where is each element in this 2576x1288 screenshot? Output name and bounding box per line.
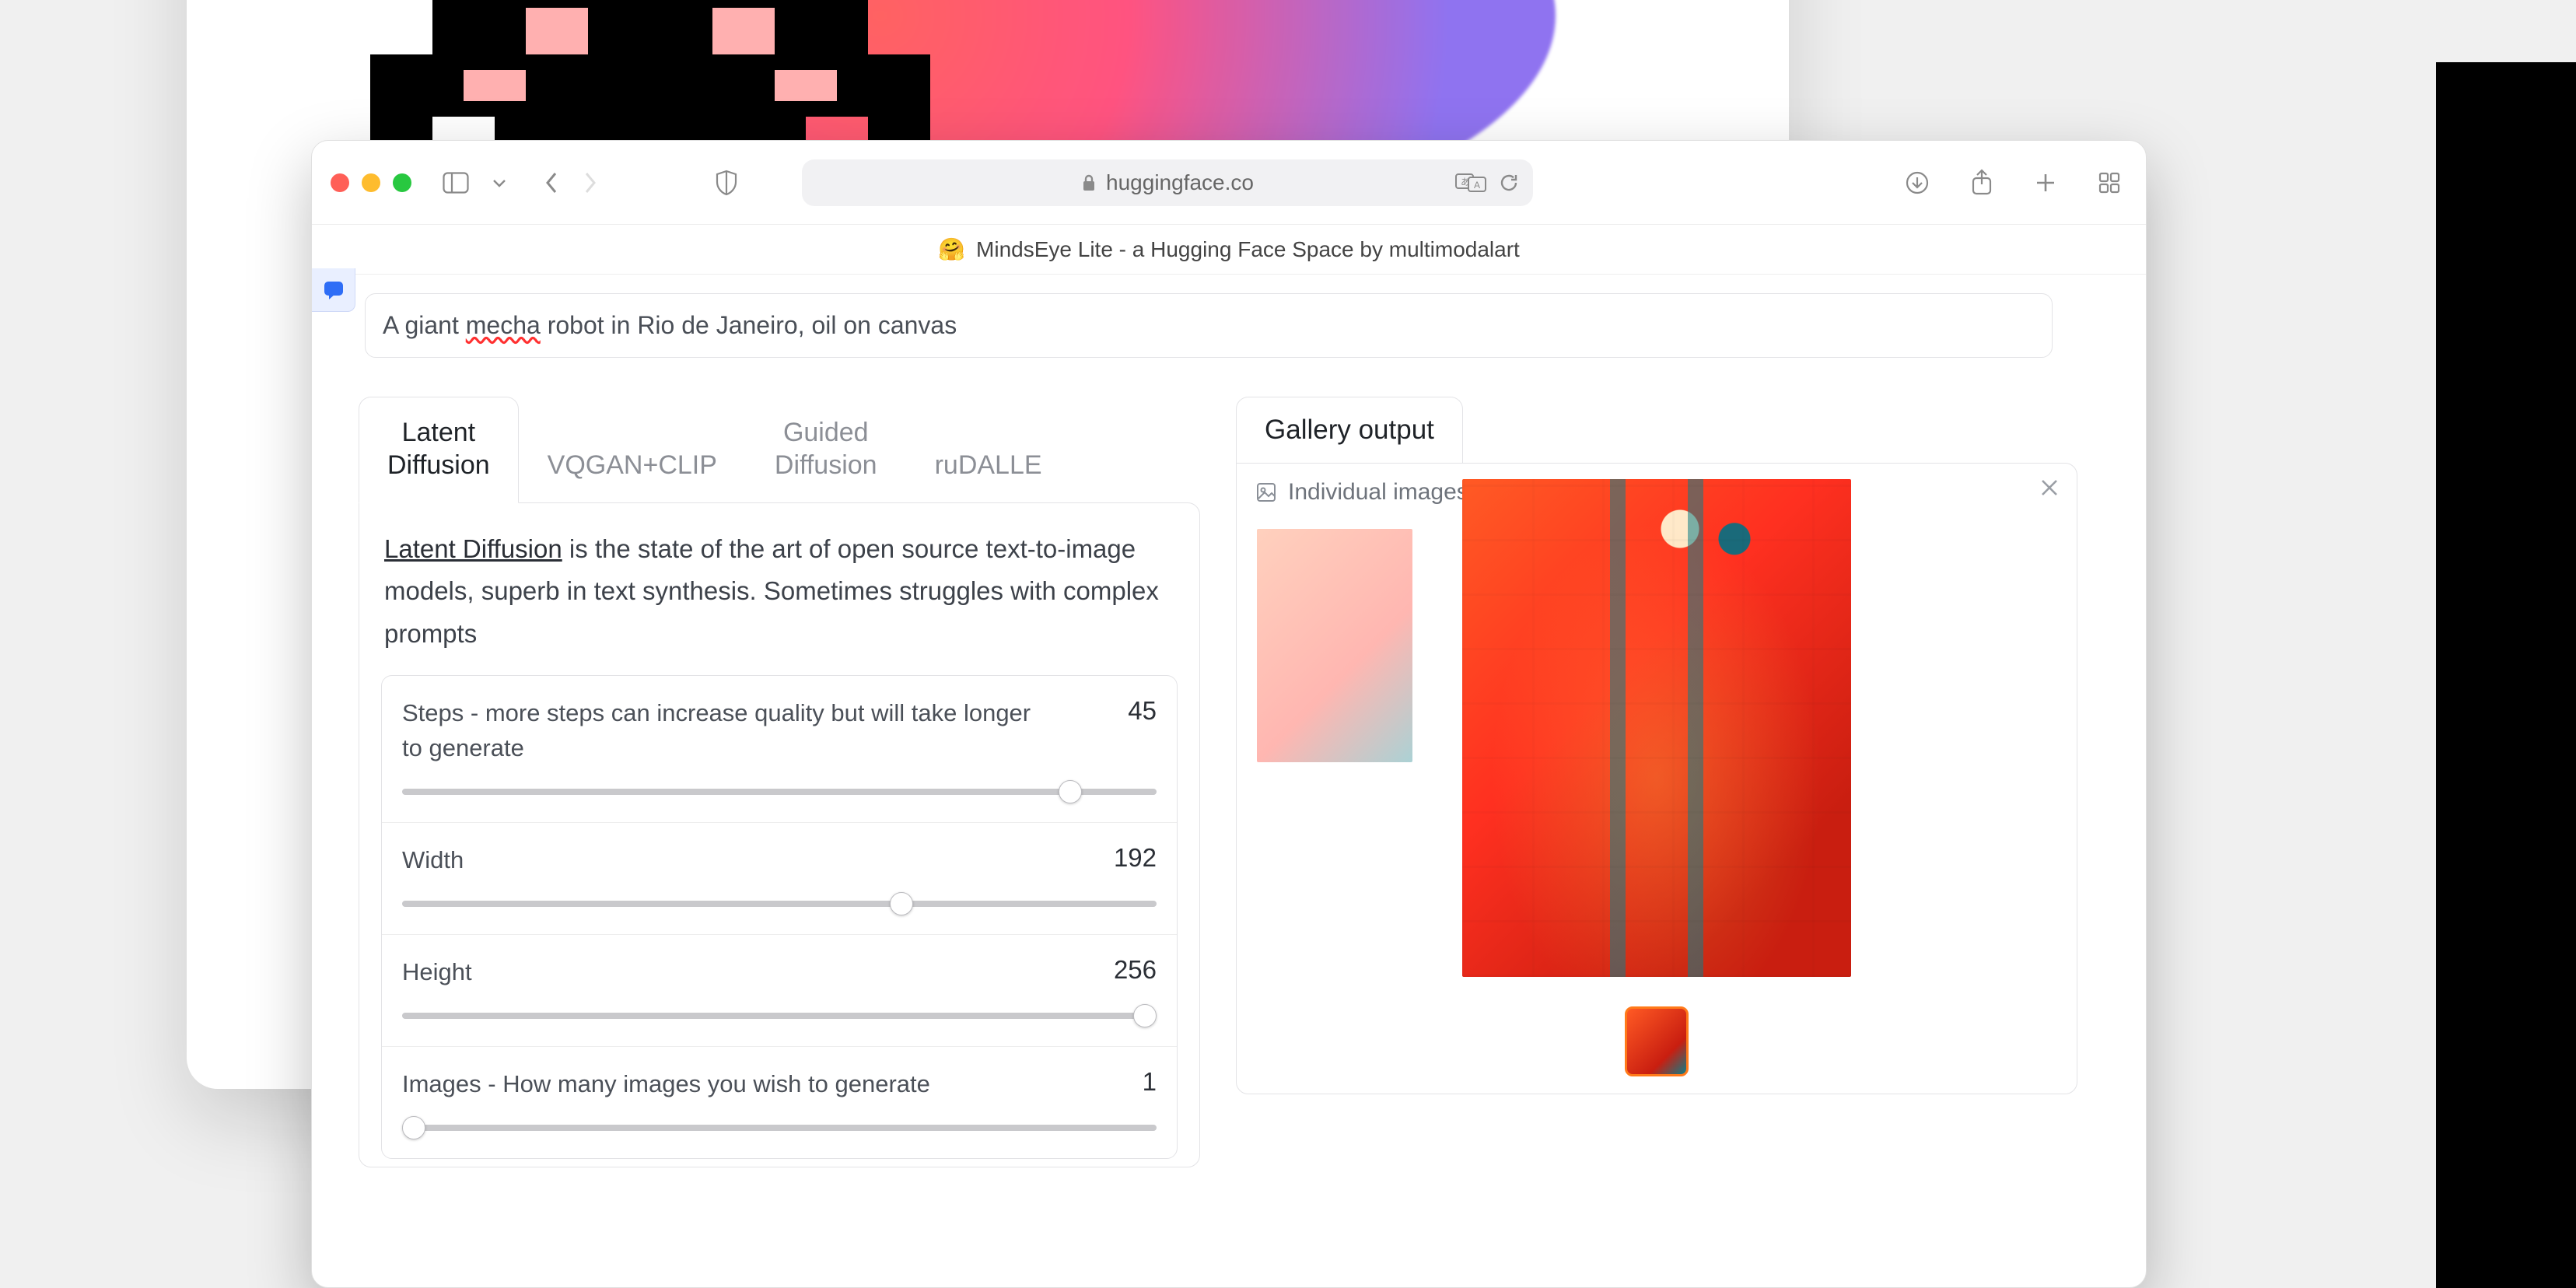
width-value: 192 — [1114, 843, 1157, 873]
titlebar: huggingface.co あA — [312, 141, 2146, 225]
page-content: A giant mecha robot in Rio de Janeiro, o… — [312, 275, 2146, 1287]
height-label: Height — [402, 955, 472, 990]
model-panel: Latent Diffusion is the state of the art… — [359, 502, 1200, 1167]
tab-guided-diffusion[interactable]: Guided Diffusion — [746, 397, 906, 503]
steps-label: Steps - more steps can increase quality … — [402, 696, 1040, 766]
browser-tab-title[interactable]: MindsEye Lite - a Hugging Face Space by … — [976, 237, 1520, 262]
images-value: 1 — [1143, 1067, 1157, 1097]
downloads-button[interactable] — [1899, 170, 1936, 195]
prompt-input[interactable]: A giant mecha robot in Rio de Janeiro, o… — [365, 293, 2053, 358]
window-traffic-lights — [331, 173, 411, 192]
gallery-close-button[interactable] — [2039, 478, 2060, 498]
width-control: Width 192 — [382, 823, 1177, 935]
model-description: Latent Diffusion is the state of the art… — [381, 525, 1178, 675]
sidebar-toggle-button[interactable] — [436, 172, 475, 194]
generation-controls: Steps - more steps can increase quality … — [381, 675, 1178, 1159]
image-icon — [1255, 481, 1277, 503]
reload-button[interactable] — [1499, 173, 1519, 193]
width-label: Width — [402, 843, 464, 878]
tab-overview-button[interactable] — [2091, 171, 2127, 194]
images-slider[interactable] — [402, 1125, 1157, 1131]
height-control: Height 256 — [382, 935, 1177, 1047]
forward-button[interactable] — [576, 171, 604, 194]
privacy-shield-button[interactable] — [709, 170, 744, 196]
steps-value: 45 — [1128, 696, 1157, 726]
svg-text:A: A — [1474, 180, 1480, 191]
steps-control: Steps - more steps can increase quality … — [382, 676, 1177, 823]
tab-group-menu-button[interactable] — [486, 178, 513, 187]
gallery-image-main[interactable] — [1462, 479, 1851, 977]
browser-tab-bar: 🤗 MindsEye Lite - a Hugging Face Space b… — [312, 225, 2146, 275]
back-button[interactable] — [537, 171, 565, 194]
width-slider[interactable] — [402, 901, 1157, 907]
latent-diffusion-link[interactable]: Latent Diffusion — [384, 534, 562, 563]
gallery-panel: Individual images — [1236, 463, 2077, 1094]
background-right-slab — [2436, 62, 2576, 1288]
extension-chat-icon[interactable] — [312, 268, 355, 312]
height-slider[interactable] — [402, 1013, 1157, 1019]
gallery-thumbnail-selected[interactable] — [1625, 1006, 1689, 1076]
share-button[interactable] — [1964, 169, 2000, 197]
gallery-thumbnail-strip — [1625, 1006, 1689, 1076]
images-control: Images - How many images you wish to gen… — [382, 1047, 1177, 1158]
address-bar-host: huggingface.co — [1106, 170, 1254, 195]
gallery-header-label: Individual images — [1288, 479, 1468, 506]
steps-slider[interactable] — [402, 789, 1157, 795]
address-bar[interactable]: huggingface.co あA — [802, 159, 1533, 206]
svg-text:あ: あ — [1461, 177, 1470, 187]
gallery-tab[interactable]: Gallery output — [1236, 397, 1463, 464]
prompt-misspelled-word: mecha — [466, 311, 541, 339]
model-tabs: Latent Diffusion VQGAN+CLIP Guided Diffu… — [359, 397, 1200, 503]
safari-window: huggingface.co あA 🤗 MindsEye — [311, 140, 2147, 1288]
window-zoom-button[interactable] — [393, 173, 411, 192]
window-minimize-button[interactable] — [362, 173, 380, 192]
lock-icon — [1081, 173, 1097, 192]
window-close-button[interactable] — [331, 173, 349, 192]
height-value: 256 — [1114, 955, 1157, 985]
images-label: Images - How many images you wish to gen… — [402, 1067, 930, 1102]
reader-translate-button[interactable]: あA — [1455, 172, 1486, 194]
tab-rudalle[interactable]: ruDALLE — [906, 429, 1071, 503]
tab-vqgan-clip[interactable]: VQGAN+CLIP — [519, 429, 746, 503]
tab-latent-diffusion[interactable]: Latent Diffusion — [359, 397, 519, 503]
gallery-image-secondary[interactable] — [1257, 529, 1412, 762]
tab-favicon: 🤗 — [938, 236, 965, 262]
new-tab-button[interactable] — [2028, 171, 2063, 194]
